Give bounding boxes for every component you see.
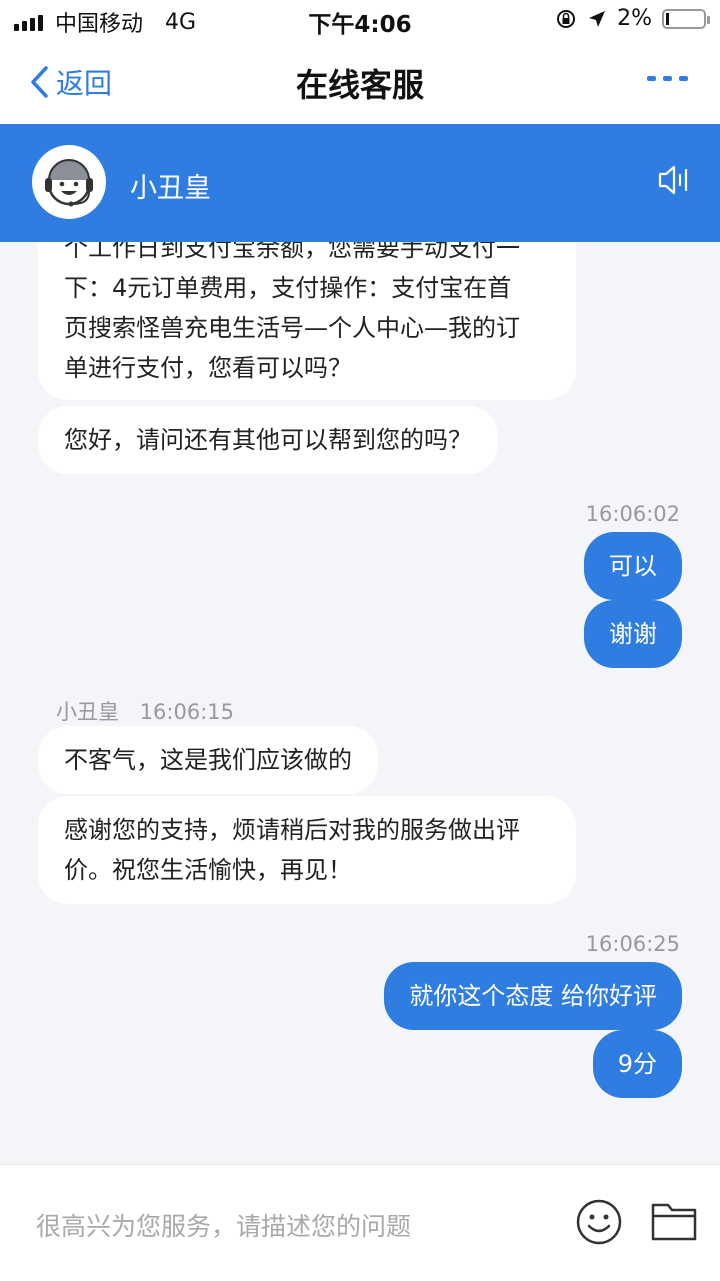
emoji-icon[interactable] <box>574 1197 624 1247</box>
rotation-lock-icon <box>557 9 576 28</box>
message-bubble-incoming: 您好，请问还有其他可以帮到您的吗？ <box>38 406 498 474</box>
message-time: 16:06:25 <box>585 932 680 956</box>
message-text: 9分 <box>617 1050 657 1078</box>
battery-icon <box>662 8 710 29</box>
sender-name: 小丑皇 16:06:15 <box>56 696 234 726</box>
message-text: 不客气，这是我们应该做的 <box>64 746 352 774</box>
message-text: 就你这个态度 给你好评 <box>409 982 657 1010</box>
message-line: 页搜索怪兽充电生活号—个人中心—我的订 <box>64 314 520 342</box>
message-input[interactable]: 很高兴为您服务，请描述您的问题 <box>36 1207 411 1243</box>
message-bubble-outgoing: 9分 <box>592 1030 682 1098</box>
agent-avatar-icon <box>32 145 106 219</box>
sender-label: 小丑皇 <box>56 700 119 724</box>
message-line: 个工作日到支付宝余额，您需要手动支付一 <box>64 242 520 262</box>
message-line: 下：4元订单费用，支付操作：支付宝在首 <box>64 274 512 302</box>
chat-area[interactable]: 个工作日到支付宝余额，您需要手动支付一 下：4元订单费用，支付操作：支付宝在首 … <box>0 242 720 1164</box>
message-line: 感谢您的支持，烦请稍后对我的服务做出评 <box>64 816 520 844</box>
message-bubble-incoming: 不客气，这是我们应该做的 <box>38 726 378 794</box>
nav-bar: 返回 在线客服 <box>0 40 720 124</box>
page-title: 在线客服 <box>295 66 424 104</box>
location-arrow-icon <box>589 10 606 27</box>
message-bubble-incoming: 感谢您的支持，烦请稍后对我的服务做出评 价。祝您生活愉快，再见！ <box>38 796 576 904</box>
message-line: 单进行支付，您看可以吗？ <box>64 354 352 382</box>
message-bubble-outgoing: 就你这个态度 给你好评 <box>384 962 682 1030</box>
speaker-icon[interactable] <box>656 162 692 198</box>
message-bubble-outgoing: 可以 <box>584 532 682 600</box>
message-bubble-incoming: 个工作日到支付宝余额，您需要手动支付一 下：4元订单费用，支付操作：支付宝在首 … <box>38 242 576 400</box>
message-text: 您好，请问还有其他可以帮到您的吗？ <box>64 426 472 454</box>
agent-header: 小丑皇 <box>0 124 720 242</box>
input-bar: 很高兴为您服务，请描述您的问题 <box>0 1164 720 1281</box>
message-time: 16:06:15 <box>139 700 235 724</box>
agent-name: 小丑皇 <box>130 173 211 204</box>
message-time: 16:06:02 <box>585 502 680 526</box>
folder-icon[interactable] <box>650 1199 698 1243</box>
message-text: 可以 <box>609 552 657 580</box>
status-bar: 中国移动 4G 下午4:06 2% <box>0 0 720 40</box>
more-dots-icon[interactable] <box>647 76 688 81</box>
message-text: 谢谢 <box>609 620 657 648</box>
message-line: 价。祝您生活愉快，再见！ <box>64 856 352 884</box>
battery-percent: 2% <box>617 6 652 31</box>
message-bubble-outgoing: 谢谢 <box>584 600 682 668</box>
